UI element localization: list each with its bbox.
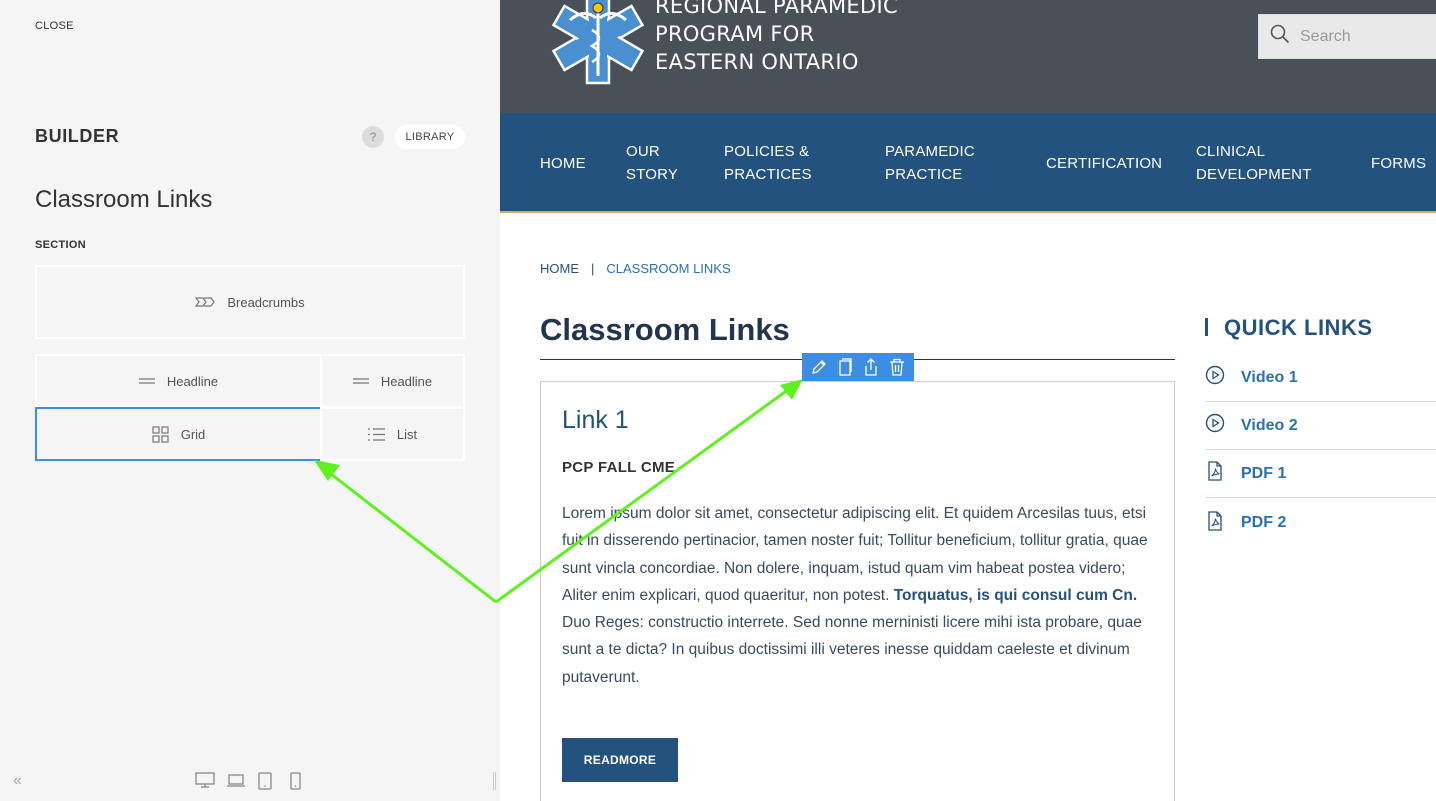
headline-icon: [138, 378, 155, 384]
headline-block[interactable]: Headline: [35, 354, 322, 408]
nav-item-our-story[interactable]: OUR STORY: [626, 113, 678, 213]
list-block-label: List: [396, 426, 418, 442]
headline-block-label: Headline: [166, 373, 219, 389]
headline-block-2[interactable]: Headline: [320, 354, 465, 408]
search-box: [1258, 14, 1436, 59]
main-navigation: HOME OUR STORY POLICIES & PRACTICES PARA…: [500, 113, 1436, 213]
trash-icon[interactable]: [889, 358, 905, 376]
card-title: Link 1: [562, 406, 629, 434]
quick-link-video-1[interactable]: Video 1: [1205, 354, 1436, 402]
site-preview: REGIONAL PARAMEDIC PROGRAM FOR EASTERN O…: [500, 0, 1436, 801]
quick-links-accent-bar: [1205, 318, 1208, 336]
builder-title: BUILDER: [35, 126, 120, 146]
close-button[interactable]: CLOSE: [35, 20, 74, 32]
element-toolbar: [802, 353, 914, 381]
quick-link-video-2[interactable]: Video 2: [1205, 402, 1436, 450]
readmore-button[interactable]: READMORE: [562, 738, 678, 782]
card-body-text-end: Duo Reges: constructio interrete. Sed no…: [562, 614, 1142, 686]
nav-item-paramedic-practice[interactable]: PARAMEDIC PRACTICE: [885, 113, 975, 213]
card-subtitle: PCP FALL CME: [562, 459, 676, 476]
nav-item-forms[interactable]: FORMS: [1371, 113, 1426, 213]
play-circle-icon: [1205, 365, 1225, 390]
nav-item-certification[interactable]: CERTIFICATION: [1046, 113, 1162, 213]
breadcrumb-home[interactable]: HOME: [540, 261, 579, 276]
org-name-line-2: PROGRAM FOR: [655, 22, 815, 46]
share-icon[interactable]: [863, 358, 879, 376]
quick-link-label: PDF 2: [1241, 514, 1287, 531]
pdf-icon: [1205, 461, 1225, 486]
link-card[interactable]: Link 1 PCP FALL CME Lorem ipsum dolor si…: [540, 381, 1175, 801]
quick-link-pdf-2[interactable]: PDF 2: [1205, 499, 1436, 547]
headline-icon: [352, 378, 369, 384]
card-body-bold: Torquatus, is qui consul cum Cn.: [893, 586, 1138, 604]
search-input[interactable]: [1300, 27, 1436, 46]
nav-item-clinical-development[interactable]: CLINICAL DEVELOPMENT: [1196, 113, 1312, 213]
org-name-line-3: EASTERN ONTARIO: [655, 50, 859, 74]
grid-icon: [152, 425, 169, 443]
breadcrumbs-block[interactable]: Breadcrumbs: [35, 265, 465, 339]
pdf-icon: [1205, 510, 1225, 536]
builder-panel: CLOSE BUILDER ? LIBRARY Classroom Links …: [0, 0, 500, 801]
breadcrumb-current[interactable]: CLASSROOM LINKS: [606, 261, 730, 276]
list-icon: [367, 427, 385, 441]
tablet-view-icon[interactable]: [258, 772, 272, 795]
play-circle-icon: [1205, 413, 1225, 438]
quick-links-title: QUICK LINKS: [1224, 315, 1373, 340]
grid-block-label: Grid: [180, 426, 206, 442]
nav-item-policies-practices[interactable]: POLICIES & PRACTICES: [724, 113, 812, 213]
edit-icon[interactable]: [811, 359, 827, 375]
quick-link-label: PDF 1: [1241, 464, 1287, 482]
breadcrumb: HOME | CLASSROOM LINKS: [540, 261, 731, 276]
laptop-view-icon[interactable]: [226, 772, 246, 793]
star-of-life-logo-icon[interactable]: [546, 0, 651, 93]
grid-block[interactable]: Grid: [35, 407, 322, 461]
site-header: REGIONAL PARAMEDIC PROGRAM FOR EASTERN O…: [500, 0, 1436, 113]
breadcrumbs-icon: [195, 297, 216, 307]
list-block[interactable]: List: [320, 407, 465, 461]
page-title: Classroom Links: [540, 312, 790, 347]
builder-bottom-bar: «: [0, 766, 500, 796]
nav-item-home[interactable]: HOME: [540, 113, 586, 213]
help-button[interactable]: ?: [362, 126, 384, 148]
card-body: Lorem ipsum dolor sit amet, consectetur …: [562, 500, 1157, 691]
quick-link-pdf-1[interactable]: PDF 1: [1205, 450, 1436, 498]
org-name-line-1: REGIONAL PARAMEDIC: [655, 0, 898, 18]
desktop-view-icon[interactable]: [195, 772, 215, 793]
section-label: SECTION: [35, 239, 86, 251]
library-button[interactable]: LIBRARY: [395, 125, 465, 149]
collapse-panel-icon[interactable]: «: [13, 772, 22, 790]
organization-name[interactable]: REGIONAL PARAMEDIC PROGRAM FOR EASTERN O…: [655, 0, 898, 76]
quick-link-label: Video 2: [1241, 416, 1298, 434]
resize-handle[interactable]: [493, 772, 496, 790]
breadcrumb-separator: |: [591, 261, 595, 276]
search-icon[interactable]: [1270, 24, 1290, 49]
headline-block-label: Headline: [380, 373, 433, 389]
breadcrumbs-block-label: Breadcrumbs: [227, 294, 305, 310]
quick-link-label: Video 1: [1241, 368, 1298, 386]
mobile-view-icon[interactable]: [290, 772, 301, 795]
duplicate-icon[interactable]: [837, 358, 853, 376]
page-name: Classroom Links: [35, 186, 213, 213]
